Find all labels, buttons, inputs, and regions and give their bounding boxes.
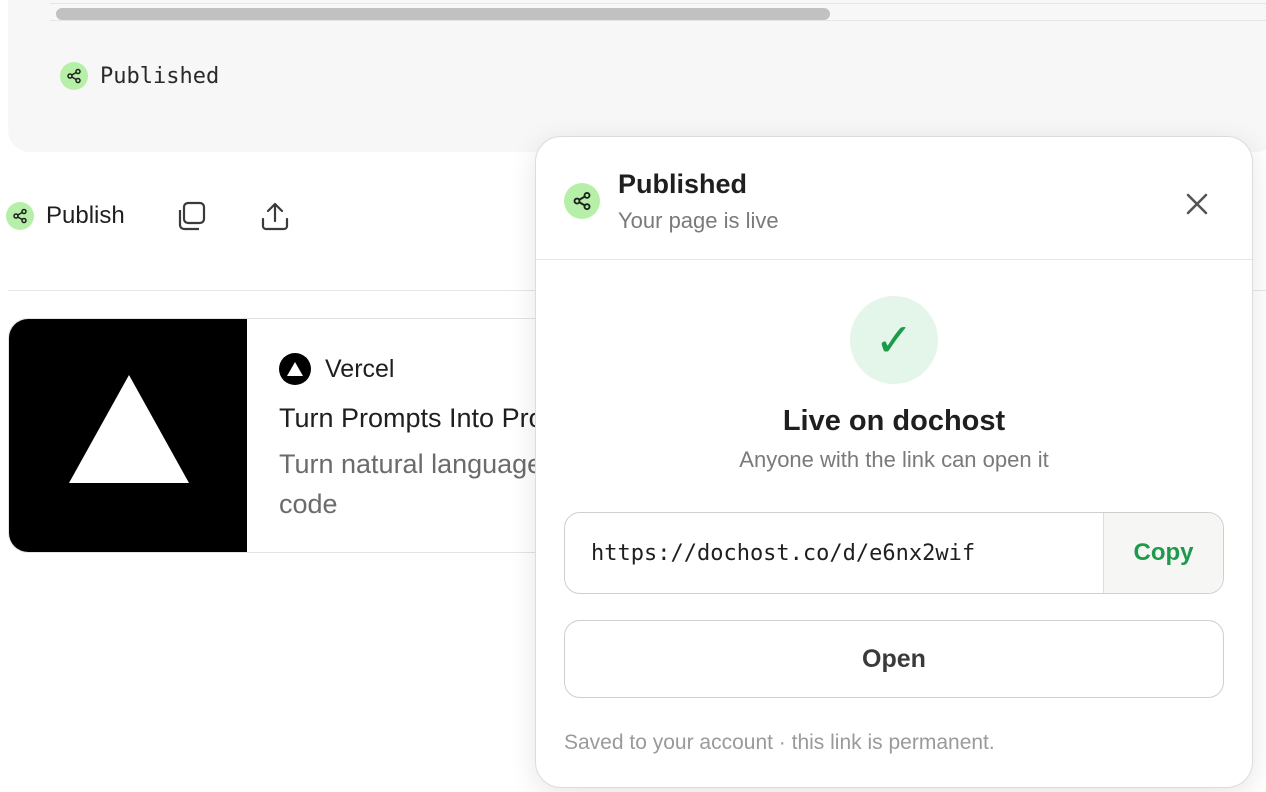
share-icon: [6, 202, 34, 230]
share-url-text[interactable]: https://dochost.co/d/e6nx2wif: [565, 513, 1103, 593]
share-icon: [60, 62, 88, 90]
close-icon: [1186, 193, 1208, 215]
open-button[interactable]: Open: [564, 620, 1224, 698]
close-button[interactable]: [1182, 189, 1212, 219]
live-title: Live on dochost: [782, 405, 1006, 437]
published-status-text: Published: [100, 63, 220, 89]
popover-title: Published: [618, 169, 748, 199]
preview-brand-name: Vercel: [325, 354, 395, 383]
publish-button[interactable]: Publish: [6, 202, 125, 230]
vercel-logo-icon: [279, 353, 311, 385]
message-action-row: Publish: [6, 196, 293, 236]
check-icon: ✓: [850, 296, 938, 384]
published-status-line: Published: [60, 62, 219, 90]
share-url-field[interactable]: https://dochost.co/d/e6nx2wif Copy: [564, 512, 1224, 594]
vercel-triangle-icon: [69, 375, 189, 483]
copy-icon[interactable]: [173, 198, 209, 234]
preview-thumbnail: [9, 319, 247, 552]
upload-icon[interactable]: [257, 198, 293, 234]
horizontal-scrollbar[interactable]: [50, 3, 1266, 21]
scrollbar-thumb[interactable]: [56, 8, 830, 20]
popover-footer-note: Saved to your account · this link is per…: [564, 731, 995, 754]
code-block-card: Published: [8, 0, 1266, 152]
popover-header: Published Your page is live: [536, 137, 1252, 260]
publish-popover: Published Your page is live ✓ Live on do…: [535, 136, 1253, 788]
share-icon: [564, 183, 600, 219]
page: Published Publish Vercel Turn Prompts In…: [0, 0, 1266, 792]
live-subtitle: Anyone with the link can open it: [739, 447, 1049, 472]
popover-subtitle: Your page is live: [618, 208, 779, 233]
copy-link-button[interactable]: Copy: [1103, 513, 1223, 593]
publish-button-label: Publish: [46, 202, 125, 229]
